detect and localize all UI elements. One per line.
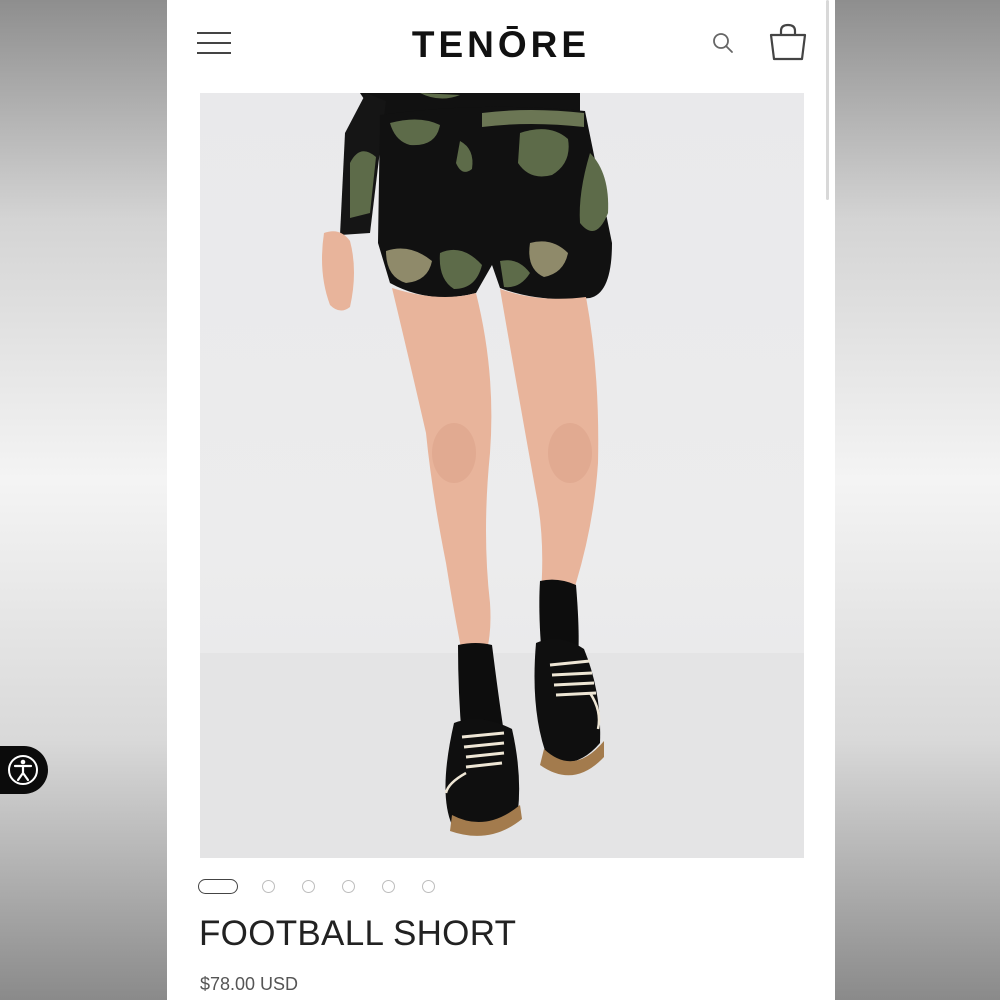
carousel-dot-3[interactable] [302,880,315,893]
carousel-dot-4[interactable] [342,880,355,893]
brand-logo[interactable]: TENŌRE [367,24,635,66]
product-photo-illustration [200,93,804,858]
shopping-bag-icon[interactable] [767,22,809,62]
mobile-page: TENŌRE FOOTBALL SHORT $78.00 USD [167,0,835,1000]
product-image[interactable] [200,93,804,858]
product-price: $78.00 USD [200,974,299,994]
hamburger-menu-icon[interactable] [197,30,231,56]
carousel-dot-6[interactable] [422,880,435,893]
carousel-dot-5[interactable] [382,880,395,893]
accessibility-icon [8,755,38,785]
right-gradient-panel [835,0,1000,1000]
left-gradient-panel [0,0,167,1000]
product-title: FOOTBALL SHORT [199,914,517,953]
search-icon[interactable] [710,30,736,56]
site-header: TENŌRE [167,0,835,88]
carousel-dot-1[interactable] [198,879,238,894]
carousel-dot-2[interactable] [262,880,275,893]
accessibility-button[interactable] [0,746,48,794]
